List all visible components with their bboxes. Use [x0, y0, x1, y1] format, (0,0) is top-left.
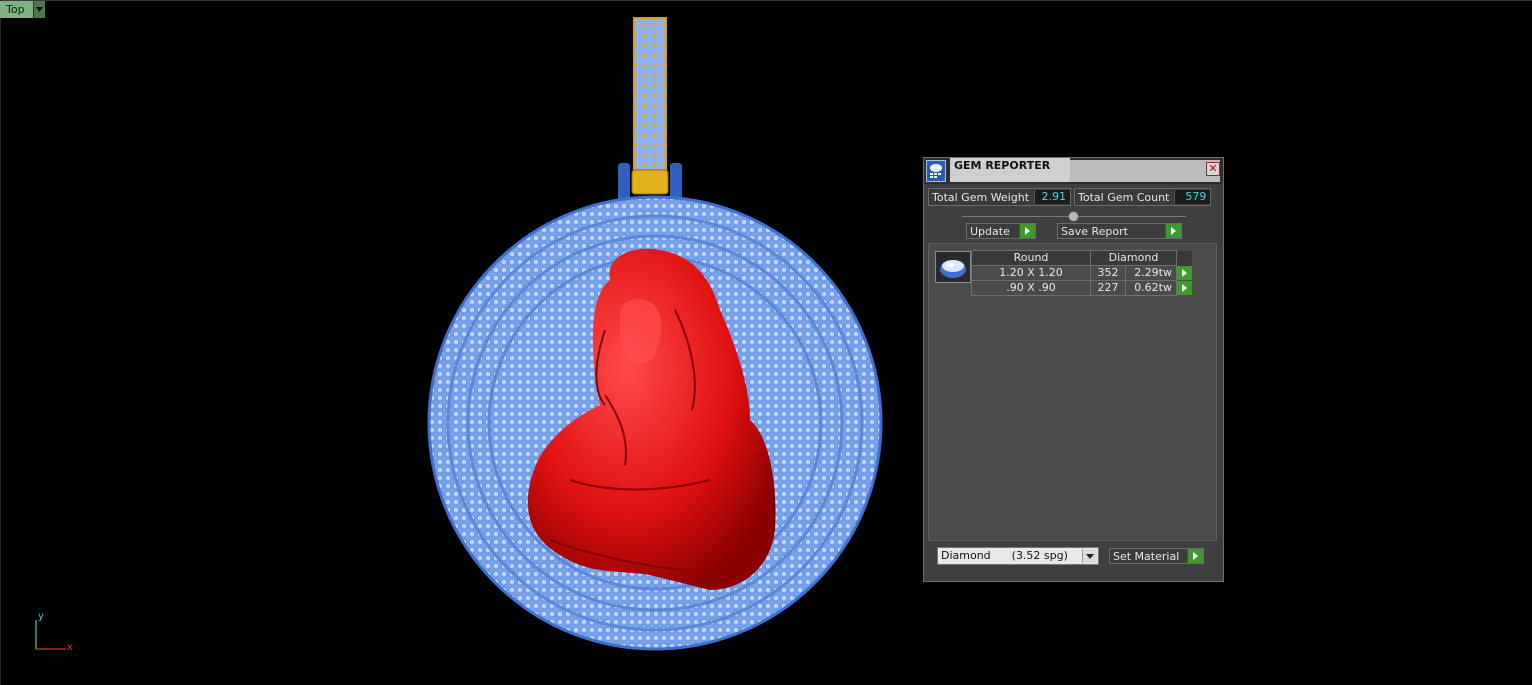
- gem-weight: 0.62tw: [1125, 280, 1177, 296]
- viewport-view-name[interactable]: Top: [0, 1, 33, 18]
- gem-results-area: Round Diamond 1.20 X 1.20 352 2.29tw .90…: [928, 243, 1217, 541]
- play-arrow-icon[interactable]: [1165, 224, 1181, 238]
- material-select[interactable]: Diamond (3.52 spg): [937, 547, 1099, 565]
- total-gem-count-label: Total Gem Count: [1078, 190, 1170, 204]
- header-shape: Round: [971, 250, 1091, 266]
- material-select-value: Diamond (3.52 spg): [941, 549, 1068, 562]
- play-arrow-icon[interactable]: [1177, 266, 1192, 280]
- play-arrow-icon[interactable]: [1177, 281, 1192, 295]
- viewport-left-border: [0, 0, 1, 685]
- header-spacer: [1176, 250, 1193, 266]
- play-arrow-icon[interactable]: [1019, 224, 1035, 238]
- gem-count: 352: [1090, 265, 1126, 281]
- gem-table: Round Diamond 1.20 X 1.20 352 2.29tw .90…: [971, 250, 1193, 296]
- gem-weight: 2.29tw: [1125, 265, 1177, 281]
- save-report-button-label: Save Report: [1061, 225, 1128, 238]
- totals-row: Total Gem Weight 2.91 Total Gem Count 57…: [928, 188, 1214, 206]
- gem-count: 227: [1090, 280, 1126, 296]
- gem-size: 1.20 X 1.20: [971, 265, 1091, 281]
- gem-size: .90 X .90: [971, 280, 1091, 296]
- viewport-top-border: [0, 0, 1532, 1]
- gem-reporter-app-icon: [926, 160, 946, 182]
- set-material-button-label: Set Material: [1113, 550, 1180, 563]
- table-row: 1.20 X 1.20 352 2.29tw: [971, 265, 1193, 281]
- gem-table-header: Round Diamond: [971, 250, 1193, 266]
- select-row-button[interactable]: [1177, 281, 1193, 296]
- close-icon[interactable]: ✕: [1206, 162, 1220, 176]
- play-arrow-icon[interactable]: [1187, 549, 1203, 563]
- update-button-label: Update: [970, 225, 1010, 238]
- header-material: Diamond: [1090, 250, 1177, 266]
- set-material-button[interactable]: Set Material: [1109, 548, 1204, 564]
- axis-x-label: x: [67, 642, 73, 653]
- select-row-button[interactable]: [1177, 266, 1193, 281]
- viewport-view-selector[interactable]: Top: [0, 1, 45, 18]
- panel-title-bar[interactable]: GEM REPORTER ✕: [924, 158, 1223, 184]
- chevron-down-icon[interactable]: [33, 1, 45, 18]
- total-gem-weight: Total Gem Weight 2.91: [928, 188, 1072, 206]
- axis-triad: y x: [30, 611, 80, 657]
- title-bar-filler: [1070, 160, 1220, 182]
- chevron-down-icon[interactable]: [1082, 549, 1097, 563]
- save-report-button[interactable]: Save Report: [1057, 223, 1182, 239]
- slider-knob[interactable]: [1068, 211, 1079, 222]
- gem-reporter-panel: GEM REPORTER ✕ Total Gem Weight 2.91 Tot…: [923, 157, 1224, 582]
- total-gem-count: Total Gem Count 579: [1074, 188, 1212, 206]
- update-button[interactable]: Update: [966, 223, 1036, 239]
- panel-title: GEM REPORTER: [950, 158, 1070, 182]
- pendant-model-render[interactable]: [420, 10, 890, 660]
- panel-splitter-slider[interactable]: [962, 211, 1186, 223]
- total-gem-weight-label: Total Gem Weight: [932, 190, 1030, 204]
- axis-y-label: y: [38, 611, 44, 622]
- total-gem-weight-value: 2.91: [1034, 190, 1071, 204]
- total-gem-count-value: 579: [1174, 190, 1211, 204]
- table-row: .90 X .90 227 0.62tw: [971, 280, 1193, 296]
- round-gem-icon[interactable]: [935, 251, 971, 283]
